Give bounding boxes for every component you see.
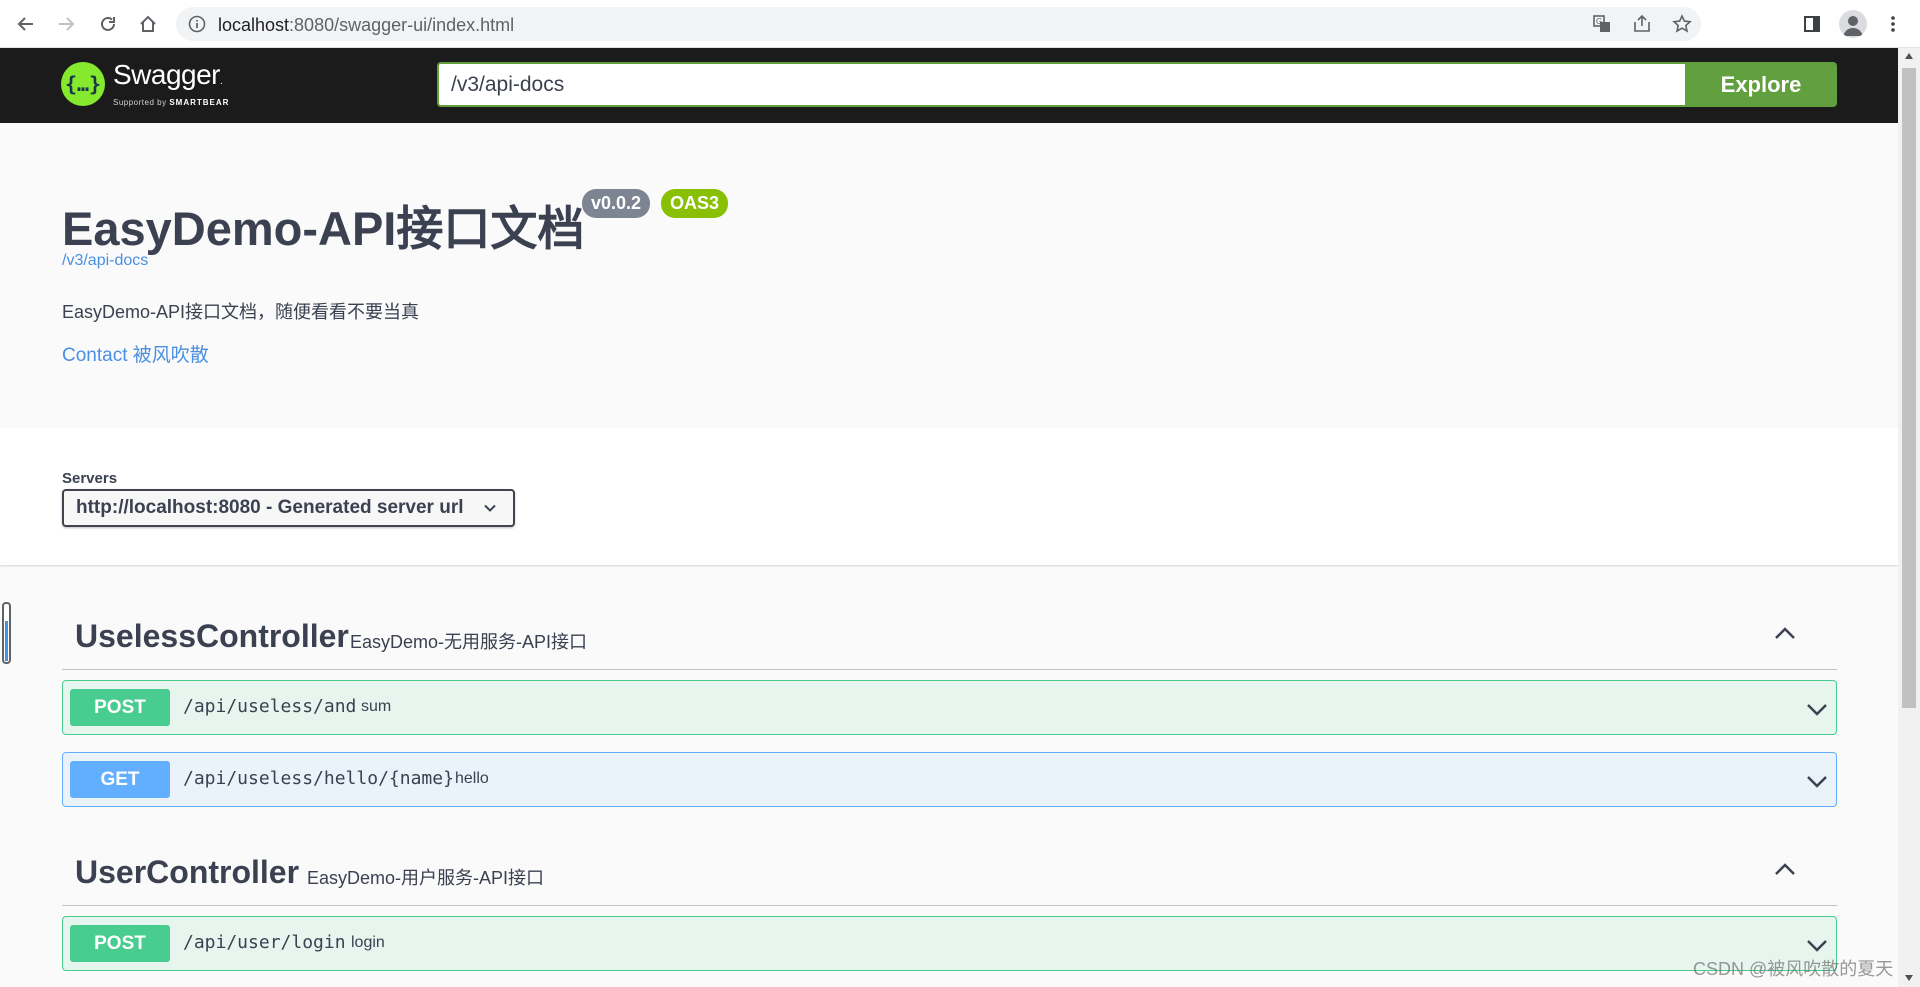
chevron-down-icon[interactable] <box>1806 934 1828 956</box>
svg-text:G: G <box>1596 17 1602 26</box>
chevron-up-icon[interactable] <box>1773 858 1797 882</box>
operation-summary: hello <box>455 770 489 787</box>
operation-row[interactable]: GET /api/useless/hello/{name} hello <box>62 752 1837 807</box>
operation-path: /api/user/login <box>183 932 346 953</box>
page-scroll-handle[interactable] <box>2 602 11 664</box>
oas-badge: OAS3 <box>661 189 729 218</box>
scroll-up-arrow-icon[interactable] <box>1904 52 1914 60</box>
watermark: CSDN @被风吹散的夏天 <box>1693 959 1894 979</box>
servers-select[interactable]: http://localhost:8080 - Generated server… <box>62 489 515 527</box>
swagger-logo[interactable]: {…} Swagger. Supported by SMARTBEAR <box>61 61 229 107</box>
servers-label: Servers <box>62 470 118 487</box>
spec-link[interactable]: /v3/api-docs <box>62 252 148 270</box>
contact-link[interactable]: Contact 被风吹散 <box>62 340 209 367</box>
operation-summary: sum <box>361 698 392 715</box>
operation-summary: login <box>351 934 385 951</box>
bookmark-star-icon[interactable] <box>1672 14 1692 34</box>
share-icon[interactable] <box>1632 14 1652 34</box>
tag-name: UserController <box>75 854 300 890</box>
menu-dots-icon[interactable] <box>1881 12 1905 36</box>
url-host: localhost <box>218 15 290 35</box>
spec-url-input[interactable]: /v3/api-docs <box>437 62 1687 107</box>
info-icon[interactable] <box>188 15 206 33</box>
page-title: EasyDemo-API接口文档 <box>62 202 585 255</box>
tag-user-controller[interactable]: UserController EasyDemo-用户服务-API接口 <box>62 834 1837 906</box>
tag-useless-controller[interactable]: UselessController EasyDemo-无用服务-API接口 <box>62 598 1837 670</box>
logo-text: Swagger. Supported by SMARTBEAR <box>113 61 229 108</box>
operation-path: /api/useless/and <box>183 696 357 717</box>
address-bar[interactable]: localhost:8080/swagger-ui/index.html G <box>176 7 1701 41</box>
version-badge: v0.0.2 <box>582 189 651 218</box>
logo-word: Swagger. <box>113 61 229 96</box>
back-icon[interactable] <box>14 12 38 36</box>
logo-word-text: Swagger <box>113 59 221 90</box>
servers-section: Servers http://localhost:8080 - Generate… <box>0 428 1898 565</box>
servers-selected-value: http://localhost:8080 - Generated server… <box>76 497 464 518</box>
tag-description: EasyDemo-用户服务-API接口 <box>307 868 545 888</box>
reload-icon[interactable] <box>96 12 120 36</box>
chevron-up-icon[interactable] <box>1773 622 1797 646</box>
vertical-scrollbar[interactable] <box>1898 48 1920 987</box>
method-badge-post: POST <box>70 925 170 962</box>
operation-path: /api/useless/hello/{name} <box>183 768 454 789</box>
operation-row[interactable]: POST /api/useless/and sum <box>62 680 1837 735</box>
forward-icon[interactable] <box>54 12 78 36</box>
chevron-down-icon[interactable] <box>1806 698 1828 720</box>
swagger-topbar: {…} Swagger. Supported by SMARTBEAR /v3/… <box>0 48 1898 123</box>
api-description: EasyDemo-API接口文档，随便看看不要当真 <box>62 302 420 322</box>
url-path: :8080/swagger-ui/index.html <box>289 15 515 35</box>
tag-name: UselessController <box>75 618 349 654</box>
logo-tm: . <box>220 76 223 87</box>
logo-glyph: {…} <box>64 72 102 96</box>
scroll-handle-fill <box>5 621 8 661</box>
swagger-logo-icon: {…} <box>61 62 105 106</box>
method-badge-get: GET <box>70 761 170 798</box>
home-icon[interactable] <box>136 12 160 36</box>
api-info: EasyDemo-API接口文档 v0.0.2 OAS3 /v3/api-doc… <box>0 123 1898 428</box>
explore-button[interactable]: Explore <box>1685 62 1837 107</box>
side-panel-icon[interactable] <box>1800 12 1824 36</box>
tag-description: EasyDemo-无用服务-API接口 <box>350 632 588 652</box>
logo-sub-brand: SMARTBEAR <box>169 98 230 107</box>
profile-avatar[interactable] <box>1839 10 1867 38</box>
operation-row[interactable]: POST /api/user/login login <box>62 916 1837 971</box>
scroll-down-arrow-icon[interactable] <box>1904 974 1914 982</box>
chevron-down-icon <box>483 501 497 515</box>
logo-sub-prefix: Supported by <box>113 98 167 107</box>
browser-toolbar: localhost:8080/swagger-ui/index.html G <box>0 0 1920 48</box>
scrollbar-thumb[interactable] <box>1902 68 1916 708</box>
chevron-down-icon[interactable] <box>1806 770 1828 792</box>
method-badge-post: POST <box>70 689 170 726</box>
address-url: localhost:8080/swagger-ui/index.html <box>218 15 514 36</box>
translate-icon[interactable]: G <box>1592 14 1612 34</box>
logo-sub: Supported by SMARTBEAR <box>113 98 229 107</box>
